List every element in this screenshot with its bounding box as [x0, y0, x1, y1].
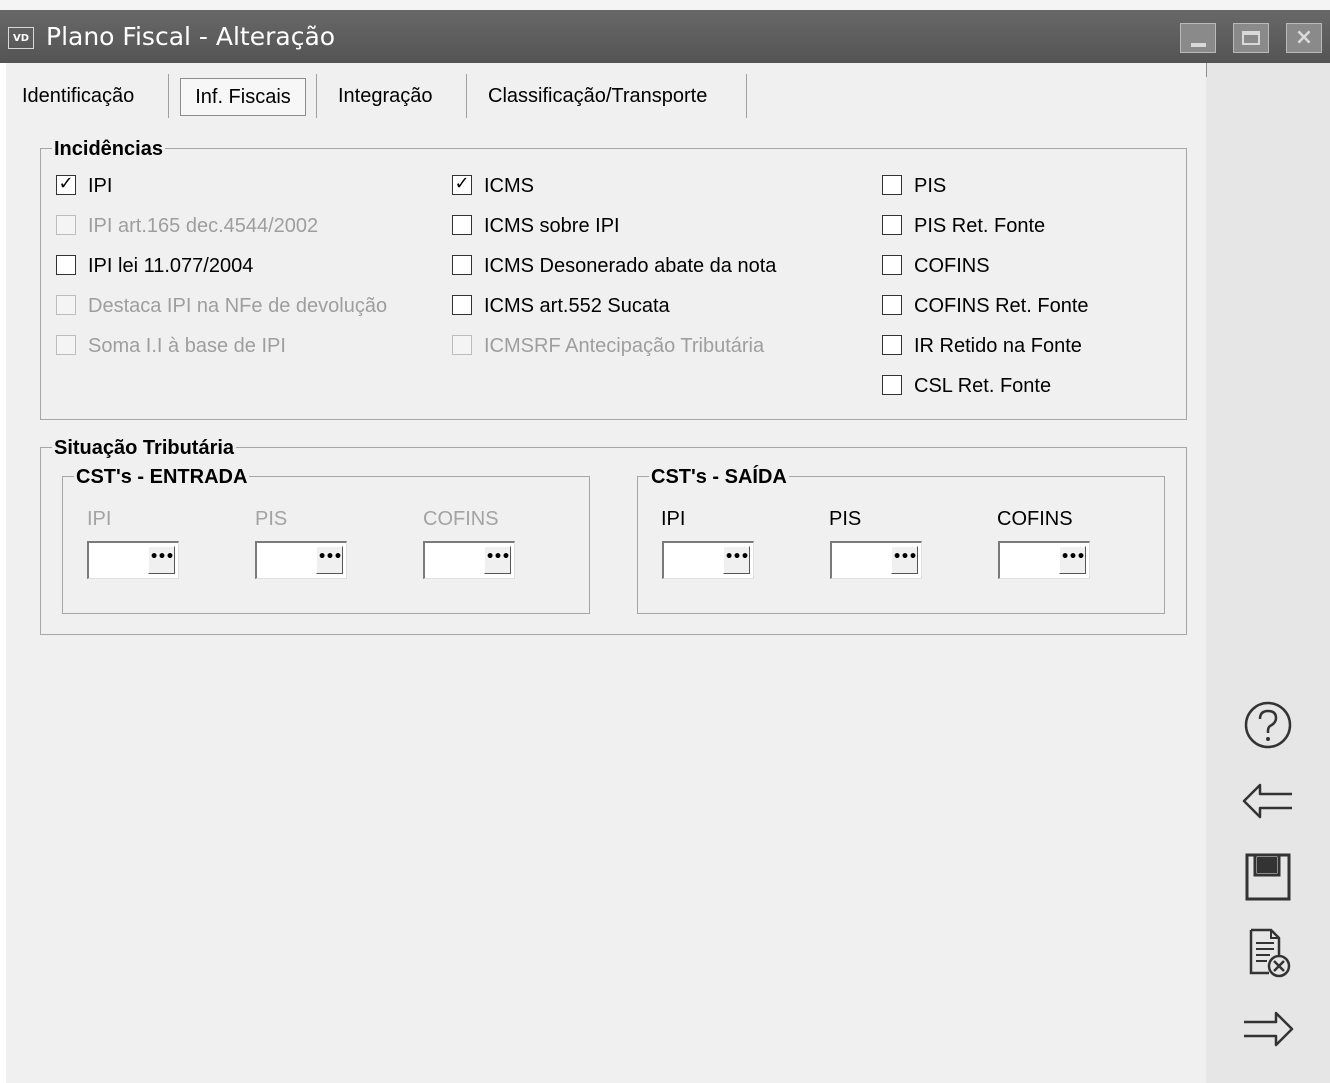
tab-inf-fiscais[interactable]: Inf. Fiscais: [180, 78, 306, 116]
tab-separator: [316, 74, 317, 118]
icms-sucata-checkbox[interactable]: [452, 295, 472, 315]
icmsrf-label: ICMSRF Antecipação Tributária: [484, 335, 765, 357]
back-button[interactable]: [1240, 776, 1296, 826]
entrada-ipi-label: IPI: [87, 508, 112, 530]
cancel-document-icon: [1249, 928, 1291, 978]
window-title: Plano Fiscal - Alteração: [46, 22, 336, 51]
tab-identificacao[interactable]: Identificação: [22, 76, 134, 116]
ipi-label: IPI: [88, 175, 113, 197]
tab-separator: [746, 74, 747, 118]
csl-ret-fonte-checkbox[interactable]: [882, 375, 902, 395]
tab-separator: [466, 74, 467, 118]
tab-classificacao-transporte[interactable]: Classificação/Transporte: [488, 76, 707, 116]
ellipsis-button[interactable]: •••: [723, 546, 750, 574]
forward-button[interactable]: [1240, 1004, 1296, 1054]
ipi-lei-checkbox[interactable]: [56, 255, 76, 275]
tab-integracao[interactable]: Integração: [338, 76, 433, 116]
maximize-icon: [1242, 31, 1260, 45]
sidebar-divider: [1206, 63, 1207, 77]
entrada-pis-field[interactable]: •••: [255, 541, 347, 579]
saida-pis-label: PIS: [829, 508, 862, 530]
icms-desonerado-checkbox[interactable]: [452, 255, 472, 275]
entrada-cofins-label: COFINS: [423, 508, 499, 530]
back-arrow-icon: [1242, 783, 1292, 819]
tab-label: Identificação: [22, 85, 135, 107]
ir-retido-checkbox[interactable]: [882, 335, 902, 355]
entrada-cofins-field[interactable]: •••: [423, 541, 515, 579]
saida-ipi-label: IPI: [661, 508, 686, 530]
incidencias-title: Incidências: [52, 138, 165, 160]
cofins-label: COFINS: [914, 255, 990, 277]
entrada-pis-label: PIS: [255, 508, 288, 530]
checkmark-icon: ✓: [58, 173, 74, 194]
soma-ii-label: Soma I.I à base de IPI: [88, 335, 286, 357]
ellipsis-button[interactable]: •••: [316, 546, 343, 574]
tab-label: Integração: [338, 85, 433, 107]
tab-label: Inf. Fiscais: [195, 86, 291, 108]
help-button[interactable]: [1240, 700, 1296, 750]
help-icon: [1244, 701, 1292, 749]
ir-retido-label: IR Retido na Fonte: [914, 335, 1082, 357]
icms-label: ICMS: [484, 175, 534, 197]
ipi-lei-label: IPI lei 11.077/2004: [88, 255, 254, 277]
close-icon: ×: [1294, 25, 1314, 50]
situacao-tributaria-title: Situação Tributária: [52, 437, 237, 459]
icms-sobre-ipi-label: ICMS sobre IPI: [484, 215, 620, 237]
cofins-ret-fonte-checkbox[interactable]: [882, 295, 902, 315]
close-button[interactable]: ×: [1286, 23, 1322, 53]
icms-sobre-ipi-checkbox[interactable]: [452, 215, 472, 235]
saida-cofins-field[interactable]: •••: [998, 541, 1090, 579]
icms-sucata-label: ICMS art.552 Sucata: [484, 295, 670, 317]
icms-desonerado-label: ICMS Desonerado abate da nota: [484, 255, 777, 277]
soma-ii-checkbox[interactable]: [56, 335, 76, 355]
checkmark-icon: ✓: [454, 173, 470, 194]
forward-arrow-icon: [1244, 1011, 1294, 1047]
icms-checkbox[interactable]: ✓: [452, 173, 472, 195]
pis-ret-fonte-label: PIS Ret. Fonte: [914, 215, 1046, 237]
saida-cofins-label: COFINS: [997, 508, 1073, 530]
minimize-icon: [1191, 43, 1206, 47]
destaca-ipi-label: Destaca IPI na NFe de devolução: [88, 295, 388, 317]
maximize-button[interactable]: [1233, 23, 1269, 53]
ipi-checkbox[interactable]: ✓: [56, 173, 76, 195]
ellipsis-button[interactable]: •••: [484, 546, 511, 574]
ipi-art165-label: IPI art.165 dec.4544/2002: [88, 215, 319, 237]
cancel-document-button[interactable]: [1240, 928, 1296, 978]
tab-separator: [168, 74, 169, 118]
ellipsis-button[interactable]: •••: [891, 546, 918, 574]
destaca-ipi-checkbox[interactable]: [56, 295, 76, 315]
save-button[interactable]: [1240, 852, 1296, 902]
saida-pis-field[interactable]: •••: [830, 541, 922, 579]
csl-ret-fonte-label: CSL Ret. Fonte: [914, 375, 1052, 397]
app-icon: VD: [8, 27, 34, 49]
entrada-ipi-field[interactable]: •••: [87, 541, 179, 579]
ellipsis-button[interactable]: •••: [1059, 546, 1086, 574]
cst-entrada-title: CST's - ENTRADA: [74, 466, 250, 488]
cofins-checkbox[interactable]: [882, 255, 902, 275]
pis-ret-fonte-checkbox[interactable]: [882, 215, 902, 235]
cofins-ret-fonte-label: COFINS Ret. Fonte: [914, 295, 1089, 317]
ellipsis-button[interactable]: •••: [148, 546, 175, 574]
ipi-art165-checkbox[interactable]: [56, 215, 76, 235]
cst-saida-title: CST's - SAÍDA: [649, 466, 789, 488]
save-icon: [1245, 853, 1291, 901]
pis-checkbox[interactable]: [882, 175, 902, 195]
icmsrf-checkbox[interactable]: [452, 335, 472, 355]
saida-ipi-field[interactable]: •••: [662, 541, 754, 579]
tab-label: Classificação/Transporte: [488, 85, 708, 107]
window-top-edge: [0, 0, 1330, 10]
minimize-button[interactable]: [1180, 23, 1216, 53]
pis-label: PIS: [914, 175, 947, 197]
